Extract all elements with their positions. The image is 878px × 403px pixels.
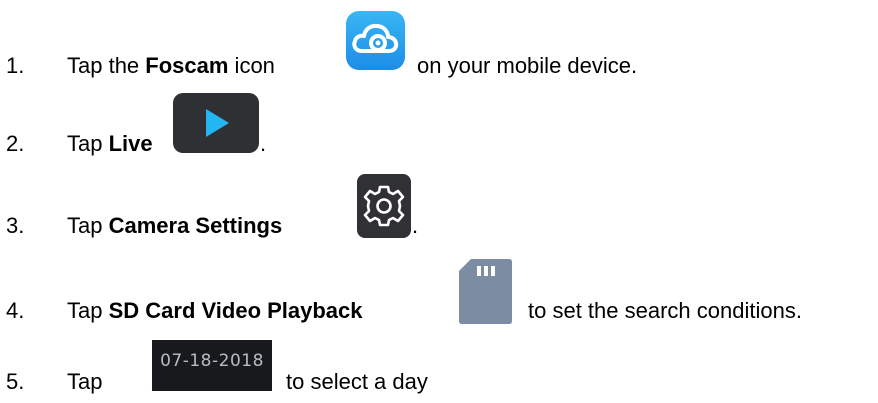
step-text: Tap [67,368,102,396]
play-icon[interactable] [173,93,259,153]
sd-card-icon[interactable] [457,257,514,326]
step-suffix: . [260,131,267,156]
step-prefix: Tap [67,298,109,323]
step-bold: Foscam [145,53,229,78]
step-suffix: to set the search conditions. [528,298,802,323]
step-bold: Camera Settings [108,213,283,238]
gear-glyph [363,185,405,227]
step-suffix: . [412,213,419,238]
play-glyph [206,109,229,137]
step-prefix: Tap [67,369,103,394]
step-number: 2. [6,131,25,156]
cloud-camera-glyph [352,23,399,53]
date-button-label: 07-18-2018 [160,351,264,371]
gear-icon[interactable] [357,174,411,238]
step-suffix: to select a day [286,369,428,394]
sd-card-glyph [459,259,512,324]
step-text: Tap the Foscam icon [67,52,275,80]
step-middle: icon [228,53,275,78]
step-prefix: Tap the [67,53,146,78]
step-bold: Live [108,131,153,156]
step-number: 5. [6,369,25,394]
step-bold: SD Card Video Playback [108,298,363,323]
step-number: 1. [6,53,25,78]
step-number: 3. [6,213,25,238]
cloud-camera-icon[interactable] [346,11,405,70]
step-text: Tap SD Card Video Playback [67,297,363,325]
step-text: Tap Camera Settings [67,212,282,240]
step-prefix: Tap [67,213,109,238]
step-prefix: Tap [67,131,109,156]
date-button[interactable]: 07-18-2018 [152,340,272,391]
step-number: 4. [6,298,25,323]
step-suffix: on your mobile device. [417,53,638,78]
step-text: Tap Live [67,130,153,158]
